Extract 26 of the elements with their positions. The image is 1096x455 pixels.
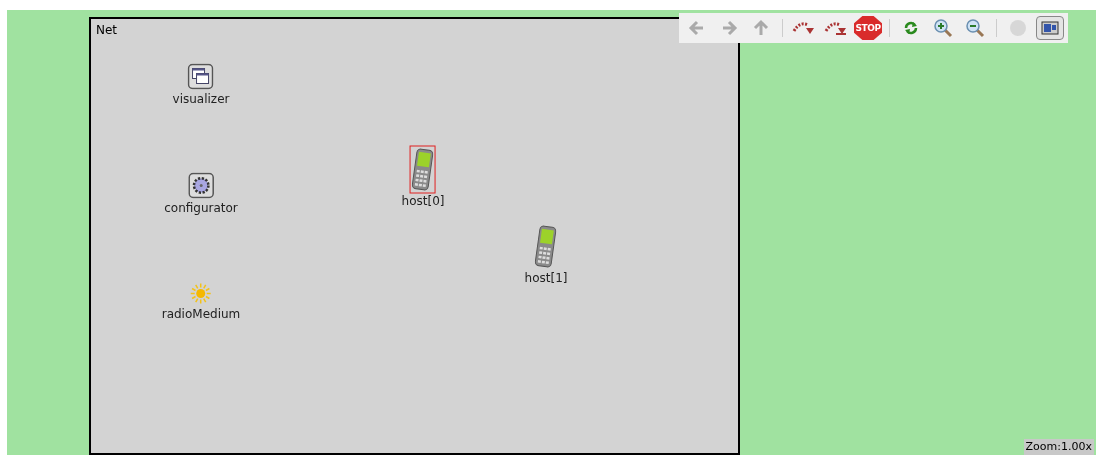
sun-icon — [190, 282, 212, 305]
zoom-status: Zoom:1.00x — [1023, 438, 1094, 455]
network-node[interactable] — [186, 61, 216, 92]
zoom-in-icon — [933, 18, 953, 38]
network-title: Net — [96, 22, 118, 39]
gear-icon — [188, 172, 214, 199]
node-label: radioMedium — [161, 306, 241, 322]
phone-icon — [412, 147, 434, 192]
right-arrow-icon — [720, 19, 738, 37]
node-label: host[1] — [524, 270, 568, 286]
layout-icon — [1041, 21, 1059, 35]
windows-icon — [188, 63, 214, 90]
stop-button[interactable]: STOP — [854, 16, 882, 40]
network-node[interactable] — [186, 170, 216, 201]
left-arrow-icon — [688, 19, 706, 37]
curved-arrow-icon — [824, 19, 848, 37]
refresh-icon — [902, 19, 920, 37]
zoom-out-icon — [965, 18, 985, 38]
layout-button[interactable] — [1036, 16, 1064, 40]
phone-icon — [535, 224, 557, 269]
network-node[interactable] — [410, 145, 436, 194]
circle-icon — [1009, 19, 1027, 37]
up-arrow-icon — [752, 19, 770, 37]
node-label: configurator — [164, 200, 238, 216]
node-label: visualizer — [172, 91, 230, 107]
node-label: host[0] — [401, 193, 445, 209]
